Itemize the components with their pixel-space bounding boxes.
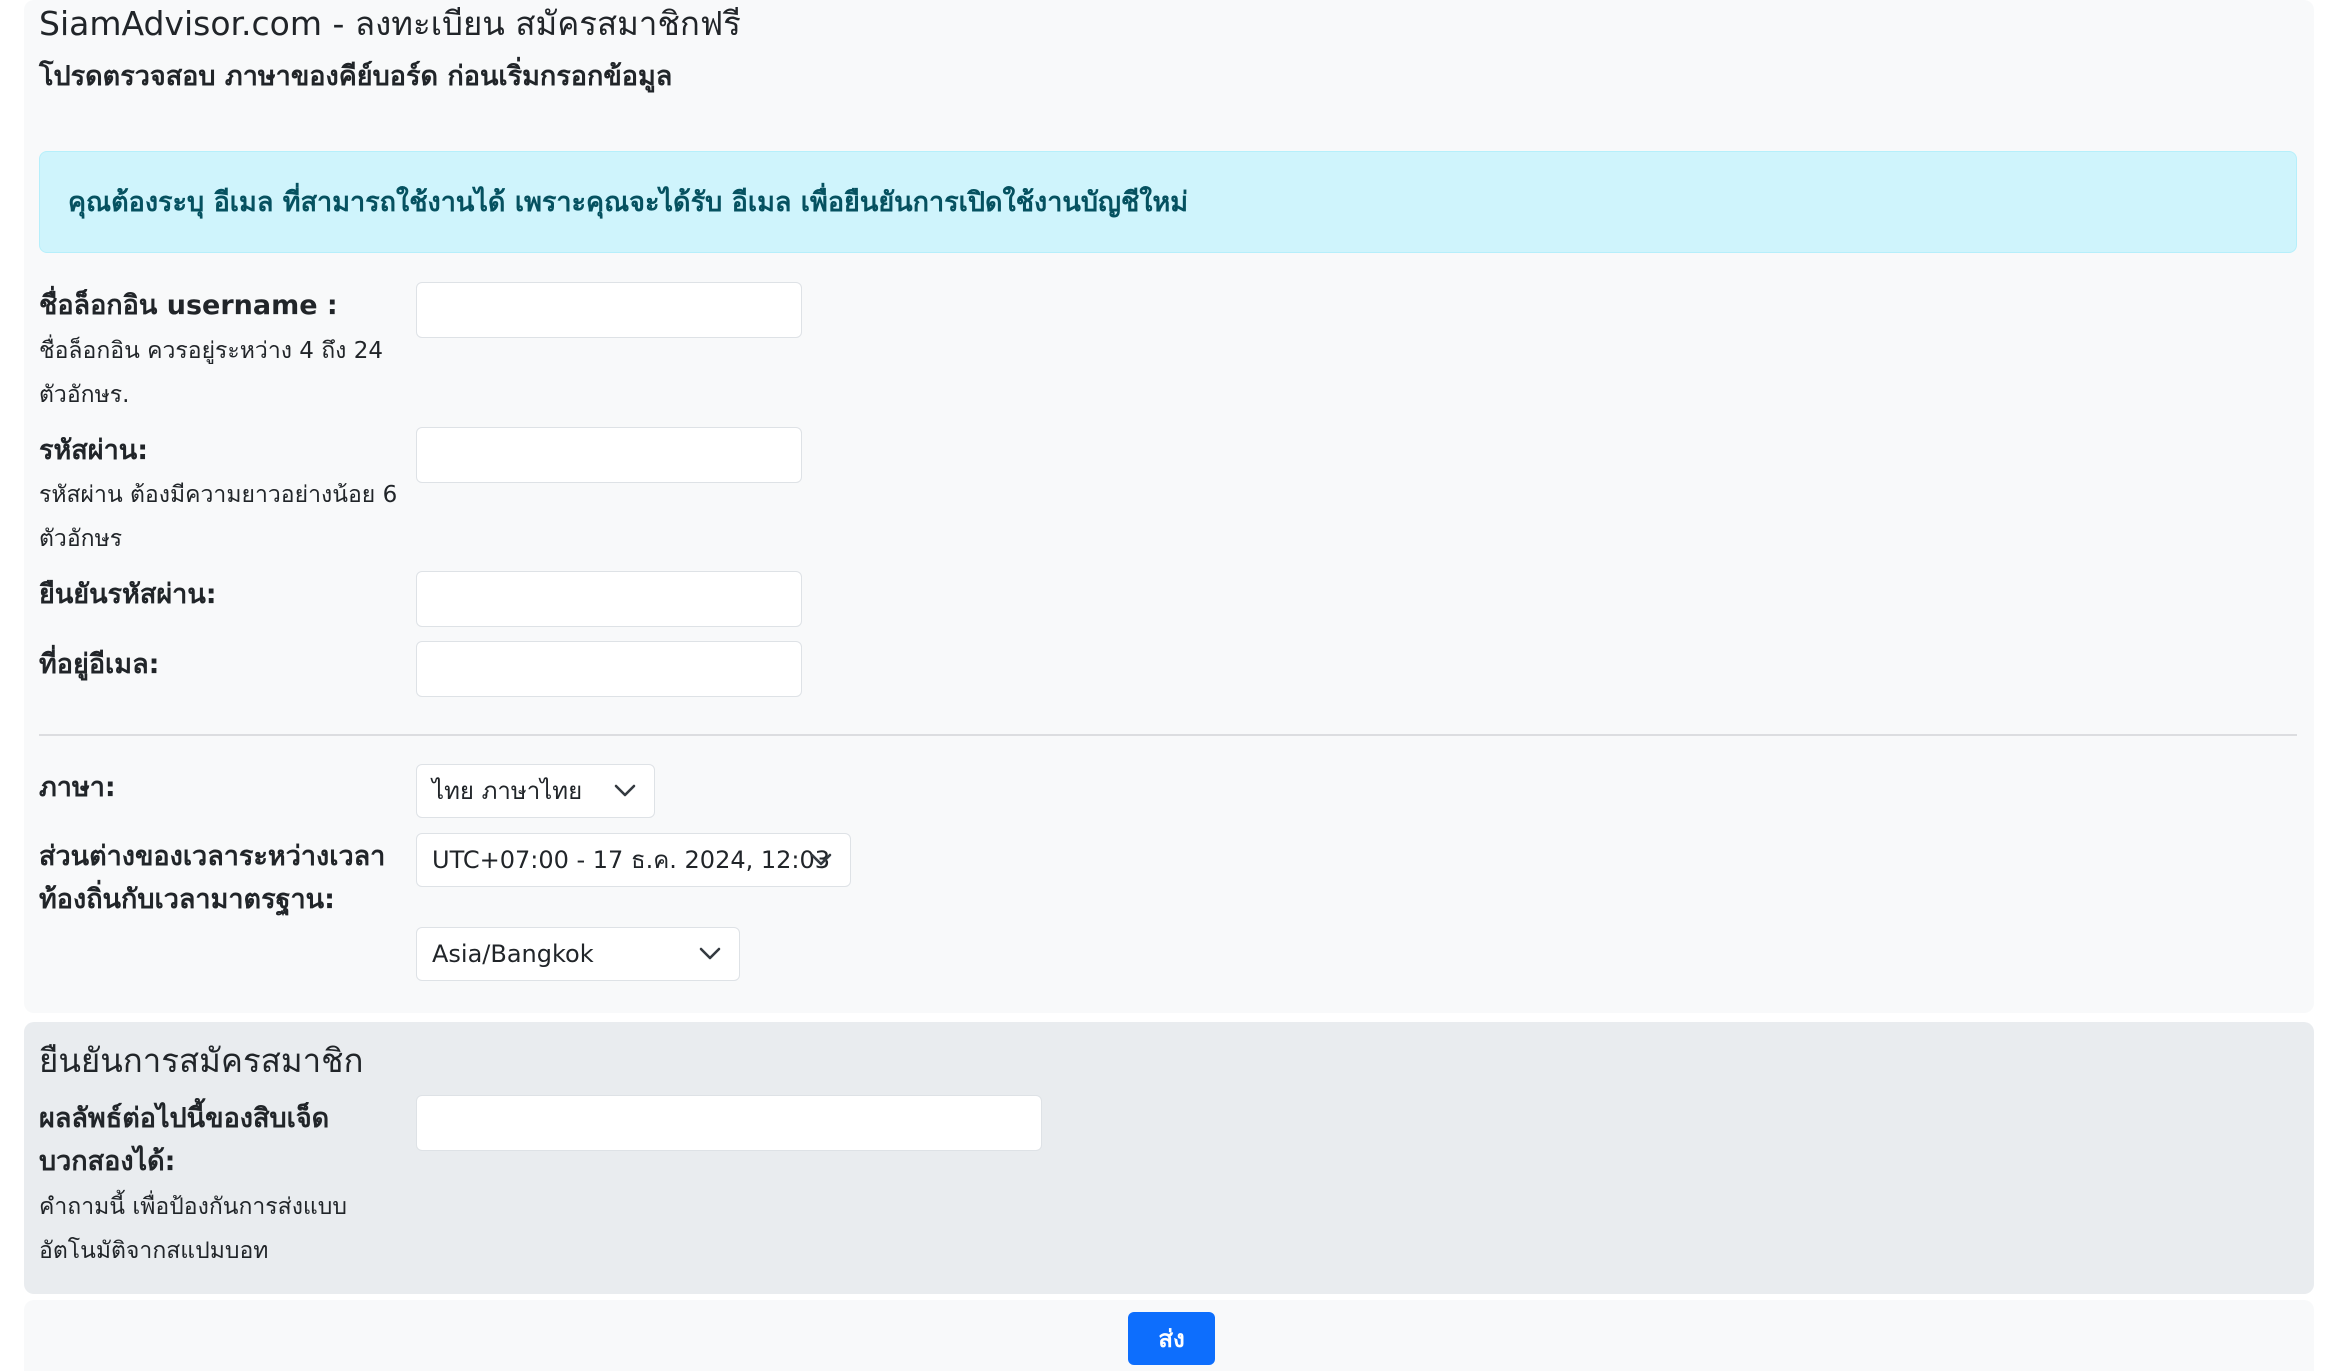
- timezone-label-line2: ท้องถิ่นกับเวลามาตรฐาน:: [39, 884, 335, 915]
- language-selected-value: ไทย ภาษาไทย: [432, 777, 583, 805]
- username-input[interactable]: [416, 282, 802, 338]
- email-info-alert: คุณต้องระบุ อีเมล ที่สามารถใช้งานได้ เพร…: [39, 151, 2297, 253]
- email-label: ที่อยู่อีเมล:: [39, 649, 160, 680]
- username-hint-line2: ตัวอักษร.: [39, 382, 130, 408]
- language-label: ภาษา:: [39, 772, 116, 803]
- chevron-down-icon: [810, 834, 832, 886]
- email-input[interactable]: [416, 641, 802, 697]
- captcha-hint-line1: คำถามนี้ เพื่อป้องกันการส่งแบบ: [39, 1194, 347, 1220]
- username-label: ชื่อล็อกอิน username :: [39, 290, 338, 321]
- captcha-question-line1: ผลลัพธ์ต่อไปนี้ของสิบเจ็ด: [39, 1103, 330, 1134]
- timezone-label-line1: ส่วนต่างของเวลาระหว่างเวลา: [39, 841, 386, 872]
- captcha-hint-line2: อัตโนมัติจากสแปมบอท: [39, 1238, 269, 1264]
- verification-title: ยืนยันการสมัครสมาชิก: [39, 1041, 364, 1080]
- password-hint-line2: ตัวอักษร: [39, 526, 123, 552]
- timezone-offset-select[interactable]: UTC+07:00 - 17 ธ.ค. 2024, 12:03: [416, 833, 851, 887]
- page-title: SiamAdvisor.com - ลงทะเบียน สมัครสมาชิกฟ…: [39, 4, 741, 43]
- captcha-question-line2: บวกสองได้:: [39, 1146, 176, 1177]
- password-label: รหัสผ่าน:: [39, 435, 149, 466]
- captcha-answer-input[interactable]: [416, 1095, 1042, 1151]
- page-subtitle: โปรดตรวจสอบ ภาษาของคีย์บอร์ด ก่อนเริ่มกร…: [39, 61, 673, 92]
- username-hint-line1: ชื่อล็อกอิน ควรอยู่ระหว่าง 4 ถึง 24: [39, 338, 383, 364]
- submit-button[interactable]: ส่ง: [1128, 1312, 1215, 1365]
- password-input[interactable]: [416, 427, 802, 483]
- password-hint-line1: รหัสผ่าน ต้องมีความยาวอย่างน้อย 6: [39, 482, 398, 508]
- verification-panel: [24, 1022, 2314, 1294]
- confirm-password-input[interactable]: [416, 571, 802, 627]
- timezone-region-select[interactable]: Asia/Bangkok: [416, 927, 740, 981]
- chevron-down-icon: [699, 928, 721, 980]
- language-select[interactable]: ไทย ภาษาไทย: [416, 764, 655, 818]
- confirm-password-label: ยืนยันรหัสผ่าน:: [39, 579, 217, 610]
- timezone-offset-selected-value: UTC+07:00 - 17 ธ.ค. 2024, 12:03: [432, 846, 831, 874]
- chevron-down-icon: [614, 765, 636, 817]
- timezone-region-selected-value: Asia/Bangkok: [432, 940, 594, 968]
- section-divider: [39, 734, 2297, 736]
